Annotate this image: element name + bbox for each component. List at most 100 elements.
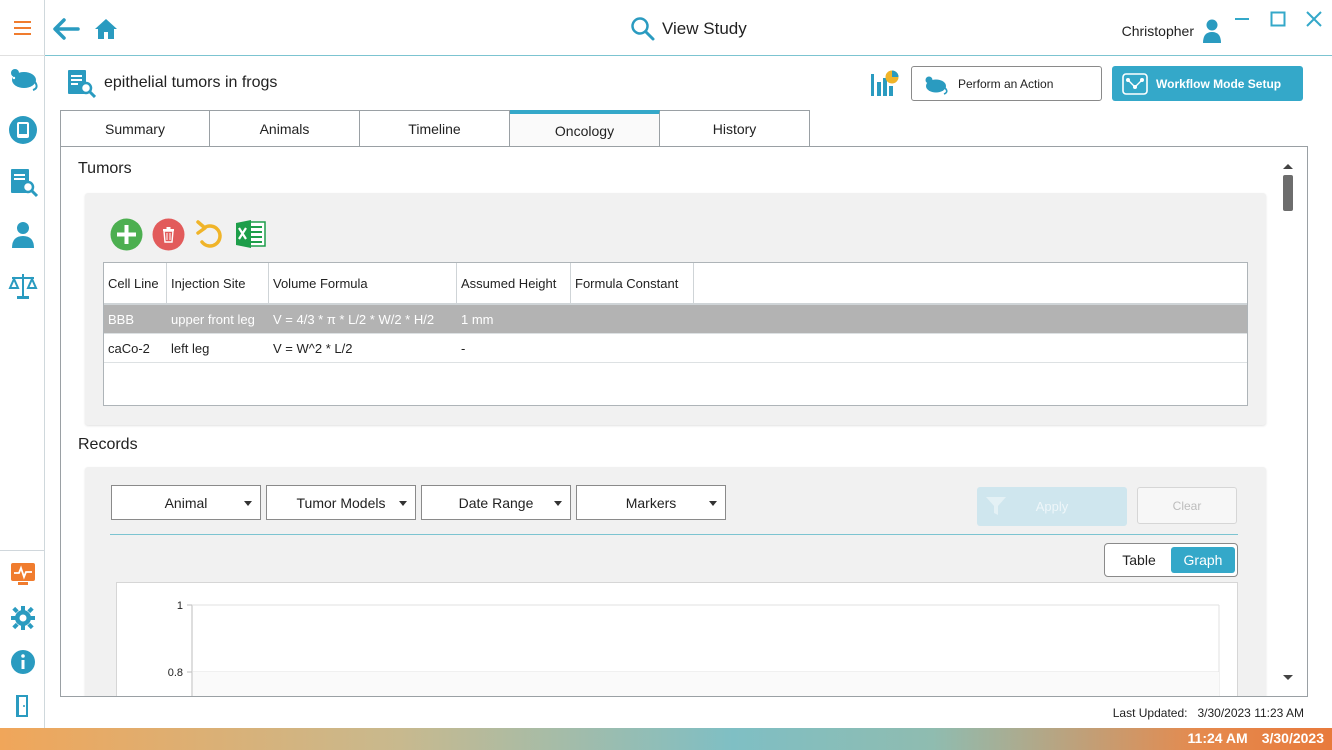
table-row[interactable]: BBB upper front leg V = 4/3 * π * L/2 * … — [104, 305, 1247, 334]
rail-divider — [0, 550, 45, 551]
delete-tumor-button[interactable] — [151, 217, 185, 251]
rail-monitor-button[interactable] — [7, 558, 39, 590]
info-icon — [11, 650, 35, 674]
mouse-icon — [11, 69, 38, 91]
minimize-button[interactable] — [1224, 6, 1260, 32]
taskbar-date: 3/30/2023 — [1261, 730, 1324, 746]
scroll-down-icon — [1283, 675, 1293, 680]
rail-users-button[interactable] — [7, 218, 39, 250]
close-button[interactable] — [1296, 6, 1332, 32]
rail-logout-button[interactable] — [7, 690, 39, 722]
table-view-toggle[interactable]: Table — [1107, 547, 1171, 573]
chevron-down-icon — [244, 501, 252, 506]
menu-button[interactable] — [0, 0, 45, 56]
records-card: Animal Tumor Models Date Range Markers A… — [85, 467, 1266, 696]
tab-summary[interactable]: Summary — [60, 110, 210, 147]
workflow-mode-setup-button[interactable]: Workflow Mode Setup — [1112, 66, 1303, 101]
mouse-icon — [925, 76, 948, 95]
y-tick-label: 0.8 — [168, 667, 183, 679]
user-menu[interactable]: Christopher — [1122, 18, 1222, 44]
markers-filter-dropdown[interactable]: Markers — [576, 485, 726, 520]
injection-site-value: upper front leg — [171, 311, 255, 327]
cell-line-value: caCo-2 — [108, 340, 150, 356]
exit-door-icon — [16, 695, 28, 717]
window-title-text: View Study — [662, 19, 747, 38]
formula-constant-value — [571, 305, 694, 333]
maximize-button[interactable] — [1260, 6, 1296, 32]
column-header-assumed-height[interactable]: Assumed Height — [457, 263, 571, 303]
graph-view-toggle[interactable]: Graph — [1171, 547, 1235, 573]
home-button[interactable] — [91, 14, 121, 44]
taskbar-time: 11:24 AM — [1187, 730, 1248, 746]
tab-animals[interactable]: Animals — [210, 110, 360, 147]
tumor-models-filter-dropdown[interactable]: Tumor Models — [266, 485, 416, 520]
clear-label: Clear — [1172, 498, 1202, 513]
chevron-down-icon — [554, 501, 562, 506]
study-report-button[interactable] — [867, 67, 901, 101]
date-range-filter-dropdown[interactable]: Date Range — [421, 485, 571, 520]
back-button[interactable] — [51, 14, 81, 44]
close-icon — [1306, 11, 1322, 27]
scrollbar-thumb[interactable] — [1283, 175, 1293, 211]
y-tick-label: 1 — [177, 600, 183, 612]
perform-action-label: Perform an Action — [958, 76, 1054, 91]
study-name: epithelial tumors in frogs — [104, 74, 278, 91]
view-toggle: Table Graph — [1104, 543, 1238, 577]
workflow-icon — [1122, 72, 1148, 95]
formula-constant-value — [571, 334, 694, 362]
taskbar: 11:24 AM 3/30/2023 — [0, 728, 1332, 750]
apply-filter-button[interactable]: Apply — [977, 487, 1127, 526]
study-actions: Perform an Action Workflow Mode Setup — [867, 66, 1303, 101]
chevron-down-icon — [709, 501, 717, 506]
rail-devices-button[interactable] — [7, 114, 39, 146]
rail-studies-button[interactable] — [7, 166, 39, 198]
funnel-icon — [986, 497, 1006, 515]
markers-filter-label: Markers — [625, 494, 677, 511]
tab-timeline[interactable]: Timeline — [360, 110, 510, 147]
rail-info-button[interactable] — [7, 646, 39, 678]
column-header-injection-site[interactable]: Injection Site — [167, 263, 269, 303]
rail-animals-button[interactable] — [7, 62, 39, 94]
assumed-height-value: - — [461, 340, 466, 356]
column-header-formula-constant[interactable]: Formula Constant — [571, 263, 694, 303]
chevron-down-icon — [399, 501, 407, 506]
study-doc-icon — [68, 70, 96, 98]
last-updated-value: 3/30/2023 11:23 AM — [1197, 706, 1304, 720]
scroll-up-icon — [1283, 164, 1293, 169]
left-rail — [0, 0, 45, 728]
tab-history[interactable]: History — [660, 110, 810, 147]
export-excel-button[interactable] — [234, 217, 268, 251]
date-range-filter-label: Date Range — [458, 494, 534, 511]
search-icon — [631, 17, 655, 41]
column-header-volume-formula[interactable]: Volume Formula — [269, 263, 457, 303]
tumor-models-filter-label: Tumor Models — [296, 494, 386, 511]
hamburger-icon — [14, 21, 31, 35]
last-updated: Last Updated: 3/30/2023 11:23 AM — [1113, 706, 1304, 720]
user-icon — [12, 222, 34, 248]
animal-filter-dropdown[interactable]: Animal — [111, 485, 261, 520]
table-row[interactable]: caCo-2 left leg V = W^2 * L/2 - — [104, 334, 1247, 363]
undo-button[interactable] — [193, 217, 227, 251]
rail-compliance-button[interactable] — [7, 270, 39, 302]
vertical-scrollbar[interactable] — [1273, 147, 1303, 687]
study-tabs: Summary Animals Timeline Oncology Histor… — [60, 110, 810, 148]
records-section-label: Records — [78, 436, 138, 453]
tumors-section-label: Tumors — [78, 160, 132, 177]
last-updated-label: Last Updated: — [1112, 706, 1188, 720]
column-header-cell-line[interactable]: Cell Line — [104, 263, 167, 303]
tablet-sync-icon — [9, 116, 37, 144]
assumed-height-value: 1 mm — [461, 311, 494, 327]
add-tumor-button[interactable] — [109, 217, 143, 251]
filter-divider — [110, 534, 1238, 535]
tumors-card: Cell Line Injection Site Volume Formula … — [85, 193, 1266, 425]
rail-settings-button[interactable] — [7, 602, 39, 634]
clear-filter-button[interactable]: Clear — [1137, 487, 1237, 524]
perform-action-button[interactable]: Perform an Action — [911, 66, 1102, 101]
taskbar-clock[interactable]: 11:24 AM 3/30/2023 — [1188, 730, 1324, 746]
apply-label: Apply — [1035, 499, 1069, 514]
tab-oncology[interactable]: Oncology — [510, 110, 660, 148]
monitor-alert-icon — [11, 563, 35, 585]
window-controls — [1224, 6, 1332, 32]
user-name: Christopher — [1121, 23, 1194, 39]
title-bar: View Study Christopher — [45, 0, 1332, 56]
